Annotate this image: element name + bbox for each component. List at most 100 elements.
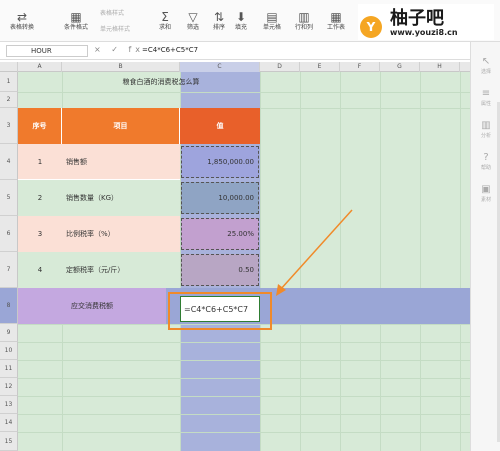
row-header-10[interactable]: 10 xyxy=(0,342,18,360)
right-side-panel: ↖ 选择 ≡ 属性 ▥ 分析 ? 帮助 ▣ 素材 xyxy=(470,42,500,451)
properties-icon: ≡ xyxy=(481,88,491,99)
row-header-7[interactable]: 7 xyxy=(0,252,18,288)
logo-badge: Y xyxy=(360,16,382,38)
cell-c4[interactable]: 1,850,000.00 xyxy=(181,146,259,178)
side-analysis-button[interactable]: ▥ 分析 xyxy=(473,120,499,139)
help-icon: ? xyxy=(483,152,489,163)
col-header-d[interactable]: D xyxy=(260,62,300,72)
fill-button[interactable]: ⬇ 填充 xyxy=(228,2,254,40)
grid-line xyxy=(460,72,461,451)
grid-line xyxy=(380,72,381,451)
logo-name: 柚子吧 xyxy=(390,8,444,29)
sort-icon: ⇅ xyxy=(213,10,225,24)
worksheet-label: 工作表 xyxy=(326,24,345,31)
column-header-bar: A B C D E F G H xyxy=(0,62,470,72)
spreadsheet-grid[interactable]: A B C D E F G H 1 2 3 4 5 6 7 8 9 10 11 … xyxy=(0,62,470,451)
analysis-icon: ▥ xyxy=(481,120,491,131)
header-value[interactable]: 值 xyxy=(180,108,260,144)
conditional-format-icon: ▦ xyxy=(70,10,82,24)
annotation-arrow xyxy=(276,209,353,296)
side-properties-label: 属性 xyxy=(480,101,491,107)
side-help-button[interactable]: ? 帮助 xyxy=(473,152,499,171)
row-header-6[interactable]: 6 xyxy=(0,216,18,252)
side-select-label: 选择 xyxy=(480,69,491,75)
row-header-14[interactable]: 14 xyxy=(0,414,18,432)
grid-line xyxy=(420,72,421,451)
header-item[interactable]: 项目 xyxy=(62,108,180,144)
row-header-15[interactable]: 15 xyxy=(0,432,18,451)
watermark-logo: Y 柚子吧 www.youzi8.cn xyxy=(358,4,494,40)
col-header-f[interactable]: F xyxy=(340,62,380,72)
conditional-format-button[interactable]: ▦ 条件格式 xyxy=(58,2,94,40)
row-header-1[interactable]: 1 xyxy=(0,72,18,92)
row-header-3[interactable]: 3 xyxy=(0,108,18,144)
row-header-5[interactable]: 5 xyxy=(0,180,18,216)
header-no[interactable]: 序号 xyxy=(18,108,62,144)
cell-c6[interactable]: 25.00% xyxy=(181,218,259,250)
table-title[interactable]: 粮食白酒的消费税怎么算 xyxy=(62,72,260,92)
sum-label: 求和 xyxy=(158,24,171,31)
row-header-8[interactable]: 8 xyxy=(0,288,18,324)
side-properties-button[interactable]: ≡ 属性 xyxy=(473,88,499,107)
ribbon-toolbar: ⇄ 表格转换 ▦ 条件格式 表格样式 单元格样式 Σ 求和 ▽ 筛选 ⇅ 排序 … xyxy=(0,0,500,42)
row-header-12[interactable]: 12 xyxy=(0,378,18,396)
fill-icon: ⬇ xyxy=(235,10,247,24)
row-header-9[interactable]: 9 xyxy=(0,324,18,342)
cell-a6[interactable]: 3 xyxy=(18,216,62,252)
convert-icon: ⇄ xyxy=(16,10,28,24)
side-help-label: 帮助 xyxy=(480,165,491,171)
logo-url: www.youzi8.cn xyxy=(390,28,458,37)
sum-icon: Σ xyxy=(161,10,169,24)
formula-icons[interactable]: × ✓ fx xyxy=(94,45,144,54)
filter-button[interactable]: ▽ 筛选 xyxy=(180,2,206,40)
corner-cell[interactable] xyxy=(0,62,18,72)
filter-label: 筛选 xyxy=(186,24,199,31)
cell-a7[interactable]: 4 xyxy=(18,252,62,288)
row-col-button[interactable]: ▥ 行和列 xyxy=(290,2,318,40)
table-style-item[interactable]: 表格样式 xyxy=(100,8,124,17)
cell-a5[interactable]: 2 xyxy=(18,180,62,216)
conditional-format-label: 条件格式 xyxy=(63,24,88,31)
cell-button[interactable]: ▤ 单元格 xyxy=(258,2,286,40)
cell-b4[interactable]: 销售额 xyxy=(62,144,180,180)
result-label[interactable]: 应交消费税额 xyxy=(18,288,166,324)
sum-button[interactable]: Σ 求和 xyxy=(152,2,178,40)
worksheet-button[interactable]: ▦ 工作表 xyxy=(322,2,350,40)
convert-table-label: 表格转换 xyxy=(9,24,34,31)
col-header-e[interactable]: E xyxy=(300,62,340,72)
col-header-g[interactable]: G xyxy=(380,62,420,72)
cell-style-item[interactable]: 单元格样式 xyxy=(100,24,130,33)
grid-line xyxy=(18,396,470,397)
col-header-b[interactable]: B xyxy=(62,62,180,72)
side-assets-button[interactable]: ▣ 素材 xyxy=(473,184,499,203)
grid-line xyxy=(260,72,261,451)
name-box[interactable]: HOUR xyxy=(6,45,88,57)
col-header-a[interactable]: A xyxy=(18,62,62,72)
col-header-h[interactable]: H xyxy=(420,62,460,72)
active-cell-c8[interactable]: =C4*C6+C5*C7 xyxy=(180,296,260,322)
grid-line xyxy=(18,432,470,433)
cell-c7[interactable]: 0.50 xyxy=(181,254,259,286)
sort-label: 排序 xyxy=(212,24,225,31)
row-header-11[interactable]: 11 xyxy=(0,360,18,378)
worksheet-icon: ▦ xyxy=(330,10,342,24)
cell-icon: ▤ xyxy=(266,10,278,24)
convert-table-button[interactable]: ⇄ 表格转换 xyxy=(4,2,40,40)
row-header-4[interactable]: 4 xyxy=(0,144,18,180)
cell-b5[interactable]: 销售数量（KG） xyxy=(62,180,180,216)
row-header-2[interactable]: 2 xyxy=(0,92,18,108)
formula-input[interactable]: =C4*C6+C5*C7 xyxy=(142,46,198,54)
fill-label: 填充 xyxy=(234,24,247,31)
formula-bar: HOUR × ✓ fx =C4*C6+C5*C7 xyxy=(0,42,500,60)
cell-c5[interactable]: 10,000.00 xyxy=(181,182,259,214)
col-header-c[interactable]: C xyxy=(180,62,260,72)
side-select-button[interactable]: ↖ 选择 xyxy=(473,56,499,75)
cell-label: 单元格 xyxy=(262,24,281,31)
cell-b6[interactable]: 比例税率（%） xyxy=(62,216,180,252)
row-header-13[interactable]: 13 xyxy=(0,396,18,414)
cursor-icon: ↖ xyxy=(481,56,491,67)
cell-b7[interactable]: 定额税率（元/斤） xyxy=(62,252,180,288)
filter-icon: ▽ xyxy=(188,10,198,24)
grid-line xyxy=(18,360,470,361)
cell-a4[interactable]: 1 xyxy=(18,144,62,180)
